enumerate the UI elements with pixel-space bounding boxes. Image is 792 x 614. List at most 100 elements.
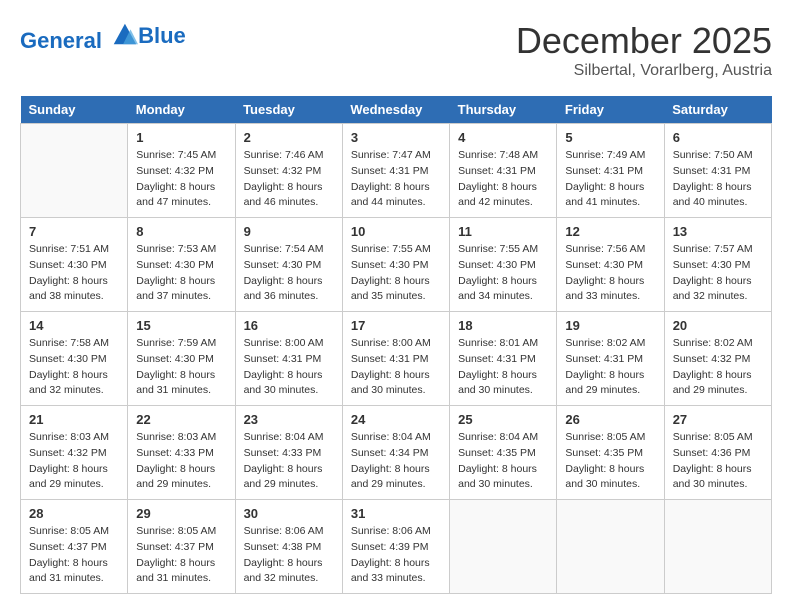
calendar-cell: 12Sunrise: 7:56 AMSunset: 4:30 PMDayligh… xyxy=(557,218,664,312)
calendar-cell: 31Sunrise: 8:06 AMSunset: 4:39 PMDayligh… xyxy=(342,500,449,594)
day-detail: Sunrise: 7:49 AMSunset: 4:31 PMDaylight:… xyxy=(565,148,655,211)
day-detail: Sunrise: 7:55 AMSunset: 4:30 PMDaylight:… xyxy=(351,242,441,305)
calendar-body: 1Sunrise: 7:45 AMSunset: 4:32 PMDaylight… xyxy=(21,124,772,594)
calendar-cell: 3 Sunrise: 7:47 AMSunset: 4:31 PMDaylight… xyxy=(342,124,449,218)
day-number: 25 xyxy=(458,412,548,427)
calendar-cell: 27 Sunrise: 8:05 AMSunset: 4:36 PMDayligh… xyxy=(664,406,771,500)
day-detail: Sunrise: 8:05 AMSunset: 4:36 PMDaylight:… xyxy=(673,430,763,493)
day-detail: Sunrise: 8:05 AMSunset: 4:37 PMDaylight:… xyxy=(136,524,226,587)
day-number: 15 xyxy=(136,318,226,333)
calendar-cell: 1Sunrise: 7:45 AMSunset: 4:32 PMDaylight… xyxy=(128,124,235,218)
logo-text-blue: Blue xyxy=(138,24,186,48)
day-number: 10 xyxy=(351,224,441,239)
day-number: 19 xyxy=(565,318,655,333)
day-detail: Sunrise: 8:02 AMSunset: 4:32 PMDaylight:… xyxy=(673,336,763,399)
day-number: 4 xyxy=(458,130,548,145)
day-number: 17 xyxy=(351,318,441,333)
calendar-week-row: 1Sunrise: 7:45 AMSunset: 4:32 PMDaylight… xyxy=(21,124,772,218)
title-block: December 2025 Silbertal, Vorarlberg, Aus… xyxy=(516,20,772,80)
calendar-cell: 28Sunrise: 8:05 AMSunset: 4:37 PMDayligh… xyxy=(21,500,128,594)
day-detail: Sunrise: 8:00 AMSunset: 4:31 PMDaylight:… xyxy=(244,336,334,399)
calendar-cell: 6Sunrise: 7:50 AMSunset: 4:31 PMDaylight… xyxy=(664,124,771,218)
day-number: 7 xyxy=(29,224,119,239)
day-detail: Sunrise: 7:47 AMSunset: 4:31 PMDaylight:… xyxy=(351,148,441,211)
calendar-cell: 29 Sunrise: 8:05 AMSunset: 4:37 PMDayligh… xyxy=(128,500,235,594)
calendar-cell: 23 Sunrise: 8:04 AMSunset: 4:33 PMDayligh… xyxy=(235,406,342,500)
month-title: December 2025 xyxy=(516,20,772,62)
day-of-week-header: SundayMondayTuesdayWednesdayThursdayFrid… xyxy=(21,96,772,124)
day-detail: Sunrise: 7:53 AMSunset: 4:30 PMDaylight:… xyxy=(136,242,226,305)
calendar-cell: 4 Sunrise: 7:48 AMSunset: 4:31 PMDaylight… xyxy=(450,124,557,218)
dow-cell: Wednesday xyxy=(342,96,449,124)
day-number: 16 xyxy=(244,318,334,333)
day-detail: Sunrise: 8:00 AMSunset: 4:31 PMDaylight:… xyxy=(351,336,441,399)
location-title: Silbertal, Vorarlberg, Austria xyxy=(516,62,772,80)
calendar-cell: 19 Sunrise: 8:02 AMSunset: 4:31 PMDayligh… xyxy=(557,312,664,406)
day-detail: Sunrise: 7:48 AMSunset: 4:31 PMDaylight:… xyxy=(458,148,548,211)
calendar-week-row: 21 Sunrise: 8:03 AMSunset: 4:32 PMDayligh… xyxy=(21,406,772,500)
calendar-cell: 8Sunrise: 7:53 AMSunset: 4:30 PMDaylight… xyxy=(128,218,235,312)
logo: General Blue xyxy=(20,20,186,53)
day-detail: Sunrise: 8:02 AMSunset: 4:31 PMDaylight:… xyxy=(565,336,655,399)
day-detail: Sunrise: 8:04 AMSunset: 4:33 PMDaylight:… xyxy=(244,430,334,493)
day-number: 21 xyxy=(29,412,119,427)
calendar-cell: 10 Sunrise: 7:55 AMSunset: 4:30 PMDayligh… xyxy=(342,218,449,312)
day-detail: Sunrise: 8:04 AMSunset: 4:35 PMDaylight:… xyxy=(458,430,548,493)
calendar-week-row: 7 Sunrise: 7:51 AMSunset: 4:30 PMDaylight… xyxy=(21,218,772,312)
calendar-cell xyxy=(664,500,771,594)
calendar-week-row: 28 Sunrise: 8:05 AMSunset: 4:37 PMDayligh… xyxy=(21,500,772,594)
day-number: 29 xyxy=(136,506,226,521)
calendar-cell: 30 Sunrise: 8:06 AMSunset: 4:38 PMDayligh… xyxy=(235,500,342,594)
day-number: 9 xyxy=(244,224,334,239)
page-header: General Blue December 2025 Silbertal, Vo… xyxy=(20,20,772,80)
dow-cell: Saturday xyxy=(664,96,771,124)
day-detail: Sunrise: 8:06 AMSunset: 4:38 PMDaylight:… xyxy=(244,524,334,587)
calendar-cell: 25 Sunrise: 8:04 AMSunset: 4:35 PMDayligh… xyxy=(450,406,557,500)
calendar-week-row: 14Sunrise: 7:58 AMSunset: 4:30 PMDayligh… xyxy=(21,312,772,406)
calendar-cell: 7 Sunrise: 7:51 AMSunset: 4:30 PMDaylight… xyxy=(21,218,128,312)
calendar-cell: 15 Sunrise: 7:59 AMSunset: 4:30 PMDayligh… xyxy=(128,312,235,406)
day-detail: Sunrise: 8:03 AMSunset: 4:33 PMDaylight:… xyxy=(136,430,226,493)
day-detail: Sunrise: 8:04 AMSunset: 4:34 PMDaylight:… xyxy=(351,430,441,493)
day-detail: Sunrise: 8:05 AMSunset: 4:35 PMDaylight:… xyxy=(565,430,655,493)
day-detail: Sunrise: 7:55 AMSunset: 4:30 PMDaylight:… xyxy=(458,242,548,305)
calendar-cell xyxy=(557,500,664,594)
day-detail: Sunrise: 7:51 AMSunset: 4:30 PMDaylight:… xyxy=(29,242,119,305)
day-detail: Sunrise: 7:59 AMSunset: 4:30 PMDaylight:… xyxy=(136,336,226,399)
dow-cell: Friday xyxy=(557,96,664,124)
calendar-cell: 5Sunrise: 7:49 AMSunset: 4:31 PMDaylight… xyxy=(557,124,664,218)
calendar-cell: 16 Sunrise: 8:00 AMSunset: 4:31 PMDayligh… xyxy=(235,312,342,406)
day-detail: Sunrise: 8:06 AMSunset: 4:39 PMDaylight:… xyxy=(351,524,441,587)
calendar-cell: 26 Sunrise: 8:05 AMSunset: 4:35 PMDayligh… xyxy=(557,406,664,500)
day-number: 1 xyxy=(136,130,226,145)
day-detail: Sunrise: 8:01 AMSunset: 4:31 PMDaylight:… xyxy=(458,336,548,399)
day-number: 2 xyxy=(244,130,334,145)
day-detail: Sunrise: 7:58 AMSunset: 4:30 PMDaylight:… xyxy=(29,336,119,399)
day-number: 30 xyxy=(244,506,334,521)
dow-cell: Thursday xyxy=(450,96,557,124)
calendar-cell: 18 Sunrise: 8:01 AMSunset: 4:31 PMDayligh… xyxy=(450,312,557,406)
day-number: 13 xyxy=(673,224,763,239)
logo-icon xyxy=(110,20,138,48)
calendar-cell: 11 Sunrise: 7:55 AMSunset: 4:30 PMDayligh… xyxy=(450,218,557,312)
day-number: 28 xyxy=(29,506,119,521)
day-number: 3 xyxy=(351,130,441,145)
calendar-cell: 24 Sunrise: 8:04 AMSunset: 4:34 PMDayligh… xyxy=(342,406,449,500)
day-number: 26 xyxy=(565,412,655,427)
dow-cell: Sunday xyxy=(21,96,128,124)
calendar-table: SundayMondayTuesdayWednesdayThursdayFrid… xyxy=(20,96,772,594)
day-number: 18 xyxy=(458,318,548,333)
day-number: 27 xyxy=(673,412,763,427)
calendar-cell: 21 Sunrise: 8:03 AMSunset: 4:32 PMDayligh… xyxy=(21,406,128,500)
logo-text: General xyxy=(20,20,138,53)
day-detail: Sunrise: 8:03 AMSunset: 4:32 PMDaylight:… xyxy=(29,430,119,493)
day-number: 11 xyxy=(458,224,548,239)
day-number: 23 xyxy=(244,412,334,427)
calendar-cell: 22Sunrise: 8:03 AMSunset: 4:33 PMDayligh… xyxy=(128,406,235,500)
dow-cell: Tuesday xyxy=(235,96,342,124)
dow-cell: Monday xyxy=(128,96,235,124)
calendar-cell: 9Sunrise: 7:54 AMSunset: 4:30 PMDaylight… xyxy=(235,218,342,312)
day-number: 24 xyxy=(351,412,441,427)
calendar-cell xyxy=(450,500,557,594)
day-number: 20 xyxy=(673,318,763,333)
